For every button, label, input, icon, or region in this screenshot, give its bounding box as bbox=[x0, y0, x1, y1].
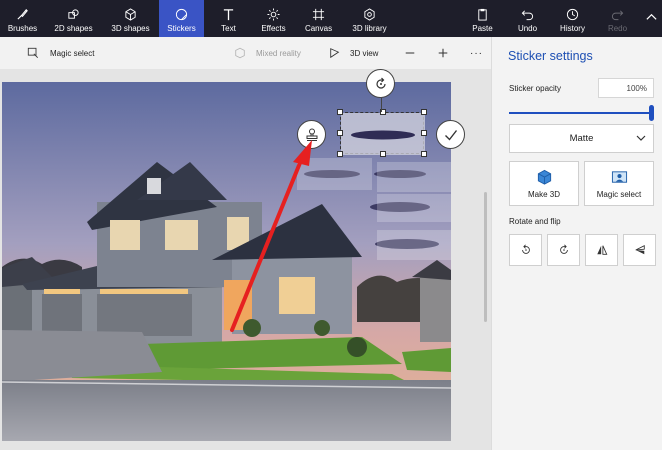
mixed-reality-icon bbox=[235, 47, 245, 59]
flip-horizontal-icon bbox=[596, 245, 607, 255]
tool-3d-shapes[interactable]: 3D shapes bbox=[102, 0, 159, 37]
tool-label: Stickers bbox=[167, 24, 196, 33]
zoom-out-button[interactable] bbox=[404, 37, 416, 69]
plus-icon bbox=[438, 48, 448, 58]
magic-select-panel-label: Magic select bbox=[596, 189, 642, 199]
tool-label: 2D shapes bbox=[54, 24, 93, 33]
tool-brushes[interactable]: Brushes bbox=[0, 0, 45, 37]
mixed-reality-button[interactable]: Mixed reality bbox=[234, 37, 301, 69]
collapse-toolbar-button[interactable] bbox=[640, 0, 662, 37]
checkmark-icon bbox=[444, 129, 457, 141]
flip-vertical-icon bbox=[635, 245, 645, 255]
tool-label: Canvas bbox=[304, 24, 333, 33]
confirm-button[interactable] bbox=[436, 120, 465, 149]
tool-label: Text bbox=[221, 24, 236, 33]
tool-label: Effects bbox=[261, 24, 286, 33]
finish-value: Matte bbox=[569, 133, 594, 144]
more-button[interactable]: ··· bbox=[470, 37, 483, 69]
rotate-right-button[interactable] bbox=[547, 234, 580, 266]
sun-icon bbox=[267, 8, 280, 21]
opacity-slider-thumb[interactable] bbox=[649, 105, 654, 121]
tool-history[interactable]: History bbox=[550, 0, 595, 37]
tool-label: History bbox=[560, 24, 585, 33]
rotate-left-icon bbox=[521, 244, 530, 254]
canvas-scrollbar[interactable] bbox=[484, 192, 487, 322]
redo-icon bbox=[612, 10, 624, 21]
library-icon bbox=[364, 8, 375, 21]
rotate-icon bbox=[375, 77, 386, 89]
magic-select-panel-button[interactable]: Magic select bbox=[584, 161, 654, 206]
sticker-selection-box[interactable] bbox=[337, 109, 427, 157]
view-3d-icon bbox=[330, 48, 340, 59]
tool-label: Undo bbox=[517, 24, 538, 33]
secondary-toolbar: Magic select Mixed reality 3D view ··· bbox=[0, 37, 491, 69]
rotate-left-button[interactable] bbox=[509, 234, 542, 266]
rotate-flip-label: Rotate and flip bbox=[509, 217, 561, 226]
opacity-input[interactable]: 100% bbox=[598, 78, 654, 98]
resize-handle[interactable] bbox=[380, 151, 386, 157]
resize-handle[interactable] bbox=[421, 109, 427, 115]
tool-label: Redo bbox=[607, 24, 628, 33]
zoom-in-button[interactable] bbox=[437, 37, 449, 69]
magic-select-icon bbox=[27, 47, 39, 59]
panel-title: Sticker settings bbox=[508, 49, 593, 63]
make-3d-button[interactable]: Make 3D bbox=[509, 161, 579, 206]
rotate-button[interactable] bbox=[366, 69, 395, 98]
canvas-icon bbox=[312, 8, 325, 21]
tool-effects[interactable]: Effects bbox=[251, 0, 296, 37]
tool-label: Brushes bbox=[7, 24, 38, 33]
brush-icon bbox=[17, 9, 28, 20]
resize-handle[interactable] bbox=[337, 109, 343, 115]
tool-stickers[interactable]: Stickers bbox=[159, 0, 204, 37]
3d-view-label: 3D view bbox=[350, 48, 379, 58]
resize-handle[interactable] bbox=[337, 151, 343, 157]
tool-label: Paste bbox=[472, 24, 493, 33]
flip-vertical-button[interactable] bbox=[623, 234, 656, 266]
tool-paste[interactable]: Paste bbox=[460, 0, 505, 37]
magic-select-icon bbox=[611, 170, 627, 183]
cube-icon bbox=[537, 169, 551, 185]
opacity-slider-track[interactable] bbox=[509, 112, 651, 114]
tool-redo[interactable]: Redo bbox=[595, 0, 640, 37]
resize-handle[interactable] bbox=[421, 151, 427, 157]
rotate-connector bbox=[381, 98, 382, 112]
tool-undo[interactable]: Undo bbox=[505, 0, 550, 37]
magic-select-label: Magic select bbox=[50, 48, 95, 58]
flip-horizontal-button[interactable] bbox=[585, 234, 618, 266]
tool-label: 3D shapes bbox=[111, 24, 150, 33]
cloud-sticker bbox=[341, 113, 425, 155]
opacity-label: Sticker opacity bbox=[509, 84, 562, 93]
tool-2d-shapes[interactable]: 2D shapes bbox=[45, 0, 102, 37]
more-label: ··· bbox=[470, 47, 483, 59]
history-icon bbox=[566, 8, 579, 21]
undo-icon bbox=[521, 10, 533, 21]
mixed-reality-label: Mixed reality bbox=[256, 48, 301, 58]
tool-label: 3D library bbox=[352, 24, 387, 33]
cube-icon bbox=[125, 8, 136, 21]
shapes-2d-icon bbox=[68, 9, 79, 19]
stamp-icon bbox=[306, 128, 317, 141]
resize-handle[interactable] bbox=[337, 130, 343, 136]
sticker-settings-panel: Sticker settings Sticker opacity 100% Ma… bbox=[491, 37, 662, 450]
chevron-up-icon bbox=[645, 13, 657, 20]
tool-text[interactable]: Text bbox=[206, 0, 251, 37]
minus-icon bbox=[405, 52, 415, 54]
sticker-icon bbox=[175, 8, 188, 21]
tool-canvas[interactable]: Canvas bbox=[296, 0, 341, 37]
3d-view-button[interactable]: 3D view bbox=[329, 37, 378, 69]
tool-3d-library[interactable]: 3D library bbox=[341, 0, 398, 37]
finish-dropdown[interactable]: Matte bbox=[509, 124, 654, 153]
text-icon bbox=[223, 9, 234, 21]
top-toolbar: Brushes 2D shapes 3D shapes Stickers Tex… bbox=[0, 0, 662, 37]
resize-handle[interactable] bbox=[421, 130, 427, 136]
magic-select-button[interactable]: Magic select bbox=[27, 37, 94, 69]
chevron-down-icon bbox=[636, 135, 646, 141]
rotate-right-icon bbox=[559, 244, 568, 254]
make-3d-label: Make 3D bbox=[527, 189, 560, 199]
stamp-button[interactable] bbox=[297, 120, 326, 149]
paste-icon bbox=[478, 8, 487, 21]
